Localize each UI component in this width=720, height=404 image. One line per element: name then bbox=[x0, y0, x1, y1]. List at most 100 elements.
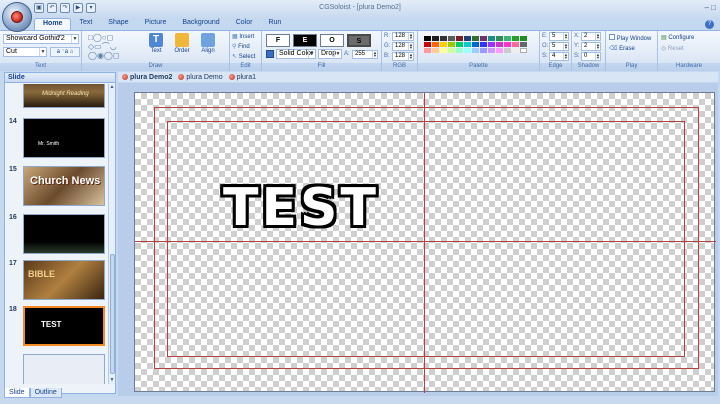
edge-e-spinner[interactable]: 5 ▲ ▼ bbox=[549, 32, 569, 41]
tab-picture[interactable]: Picture bbox=[137, 18, 175, 30]
configure-button[interactable]: ▤ Configure bbox=[661, 34, 694, 41]
canvas-text-object[interactable]: TEST bbox=[223, 178, 379, 238]
swatch[interactable] bbox=[504, 48, 511, 53]
swatch[interactable] bbox=[504, 42, 511, 47]
swatch[interactable] bbox=[488, 42, 495, 47]
shadow-y-spinner[interactable]: 2 ▲ ▼ bbox=[581, 42, 601, 51]
g-spinner[interactable]: 128 ▲ ▼ bbox=[392, 42, 414, 51]
alpha-spinner[interactable]: 255 ▲ ▼ bbox=[352, 50, 378, 59]
fill-o-button[interactable]: O bbox=[320, 34, 344, 47]
slide-thumbnail[interactable]: 14 Mr. Smith bbox=[7, 118, 107, 164]
slide-thumbnail[interactable]: 16 bbox=[7, 214, 107, 260]
swatch[interactable] bbox=[488, 36, 495, 41]
reset-button[interactable]: ◎ Reset bbox=[661, 45, 684, 52]
app-menu-button[interactable] bbox=[2, 2, 32, 32]
swatch[interactable] bbox=[472, 42, 479, 47]
fill-e-button[interactable]: E bbox=[293, 34, 317, 47]
window-controls[interactable]: – □ bbox=[704, 3, 716, 12]
swatch[interactable] bbox=[432, 42, 439, 47]
play-window-button[interactable]: Play Window bbox=[609, 34, 651, 42]
slide-thumbnail[interactable]: 15 Church News bbox=[7, 166, 107, 212]
swatch[interactable] bbox=[456, 36, 463, 41]
swatch[interactable] bbox=[504, 36, 511, 41]
fill-s-button[interactable]: S bbox=[347, 34, 371, 47]
swatch[interactable] bbox=[512, 36, 519, 41]
swatch[interactable] bbox=[440, 36, 447, 41]
swatch[interactable] bbox=[456, 42, 463, 47]
tab-home[interactable]: Home bbox=[34, 18, 72, 30]
doc-tab[interactable]: plura1 bbox=[228, 72, 256, 82]
edge-o-spinner[interactable]: 5 ▲ ▼ bbox=[549, 42, 569, 51]
slide-thumbnail-selected[interactable]: 18 TEST bbox=[7, 306, 107, 352]
drop-select[interactable]: Drop ▼ bbox=[318, 49, 342, 59]
text-style-buttons[interactable]: a ⁻a ⌂ bbox=[50, 47, 80, 57]
doc-tab[interactable]: plura Demo bbox=[178, 72, 223, 82]
shadow-s-spinner[interactable]: 0 ▲ ▼ bbox=[581, 52, 601, 61]
tab-background[interactable]: Background bbox=[174, 18, 227, 30]
slide-thumbnail[interactable]: 17 BIBLE bbox=[7, 260, 107, 306]
scrollbar-thumb[interactable] bbox=[110, 254, 115, 374]
tab-outline[interactable]: Outline bbox=[29, 388, 62, 398]
swatch[interactable] bbox=[456, 48, 463, 53]
align-button[interactable]: Align bbox=[196, 33, 220, 54]
tab-color[interactable]: Color bbox=[228, 18, 261, 30]
tab-slide[interactable]: Slide bbox=[4, 388, 30, 398]
swatch[interactable] bbox=[440, 42, 447, 47]
font-select[interactable]: Showcard Gothic 72 ▼ bbox=[3, 34, 79, 44]
effect-select[interactable]: Cut ▼ bbox=[3, 47, 47, 57]
slide-thumbnail-empty[interactable] bbox=[7, 354, 107, 384]
swatch[interactable] bbox=[496, 48, 503, 53]
erase-button[interactable]: ⌫ Erase bbox=[609, 45, 635, 52]
swatch[interactable] bbox=[448, 42, 455, 47]
tab-shape[interactable]: Shape bbox=[100, 18, 136, 30]
slide-canvas[interactable]: TEST bbox=[134, 92, 716, 393]
swatch[interactable] bbox=[472, 36, 479, 41]
swatch[interactable] bbox=[432, 36, 439, 41]
help-icon[interactable]: ? bbox=[705, 20, 714, 29]
swatch[interactable] bbox=[448, 36, 455, 41]
swatch[interactable] bbox=[496, 36, 503, 41]
tab-text[interactable]: Text bbox=[71, 18, 100, 30]
shape-gallery[interactable]: □◯○◻ ◇▭⌒◡ ◯◉◯◻ bbox=[88, 33, 140, 61]
swatch[interactable] bbox=[432, 48, 439, 53]
slide-panel-scrollbar[interactable]: ▲ ▼ bbox=[108, 84, 115, 384]
swatch[interactable] bbox=[424, 42, 431, 47]
find-button[interactable]: ⚲ Find bbox=[232, 43, 250, 50]
swatch[interactable] bbox=[464, 48, 471, 53]
swatch[interactable] bbox=[520, 42, 527, 47]
swatch[interactable] bbox=[464, 36, 471, 41]
swatch[interactable] bbox=[480, 36, 487, 41]
swatch[interactable] bbox=[520, 36, 527, 41]
slide-thumbnail[interactable]: Midnight Reading bbox=[7, 84, 107, 108]
order-button[interactable]: Order bbox=[170, 33, 194, 54]
swatch[interactable] bbox=[448, 48, 455, 53]
shadow-x-spinner[interactable]: 2 ▲ ▼ bbox=[581, 32, 601, 41]
group-palette: Palette bbox=[418, 31, 540, 71]
fill-f-button[interactable]: F bbox=[266, 34, 290, 47]
swatch[interactable] bbox=[424, 48, 431, 53]
group-fill: F E O S Solid Color ▼ Drop ▼ A: 255 ▲ ▼ Fi… bbox=[262, 31, 382, 71]
swatch[interactable] bbox=[440, 48, 447, 53]
swatch[interactable] bbox=[520, 48, 527, 53]
swatch[interactable] bbox=[512, 42, 519, 47]
palette-swatches[interactable] bbox=[424, 36, 536, 54]
swatch[interactable] bbox=[464, 42, 471, 47]
scroll-up-icon[interactable]: ▲ bbox=[109, 84, 115, 91]
scroll-down-icon[interactable]: ▼ bbox=[109, 377, 115, 384]
doc-tab[interactable]: plura Demo2 bbox=[122, 72, 172, 82]
select-button[interactable]: ↖ Select bbox=[232, 53, 255, 60]
swatch[interactable] bbox=[480, 42, 487, 47]
swatch[interactable] bbox=[512, 48, 519, 53]
edge-s-spinner[interactable]: 4 ▲ ▼ bbox=[549, 52, 569, 61]
tab-run[interactable]: Run bbox=[260, 18, 289, 30]
swatch[interactable] bbox=[480, 48, 487, 53]
swatch[interactable] bbox=[488, 48, 495, 53]
b-spinner[interactable]: 128 ▲ ▼ bbox=[392, 52, 414, 61]
swatch[interactable] bbox=[472, 48, 479, 53]
insert-button[interactable]: ▦ Insert bbox=[232, 33, 254, 40]
fill-type-select[interactable]: Solid Color ▼ bbox=[276, 49, 316, 59]
swatch[interactable] bbox=[496, 42, 503, 47]
text-button[interactable]: T Text bbox=[146, 33, 166, 54]
r-spinner[interactable]: 128 ▲ ▼ bbox=[392, 32, 414, 41]
swatch[interactable] bbox=[424, 36, 431, 41]
